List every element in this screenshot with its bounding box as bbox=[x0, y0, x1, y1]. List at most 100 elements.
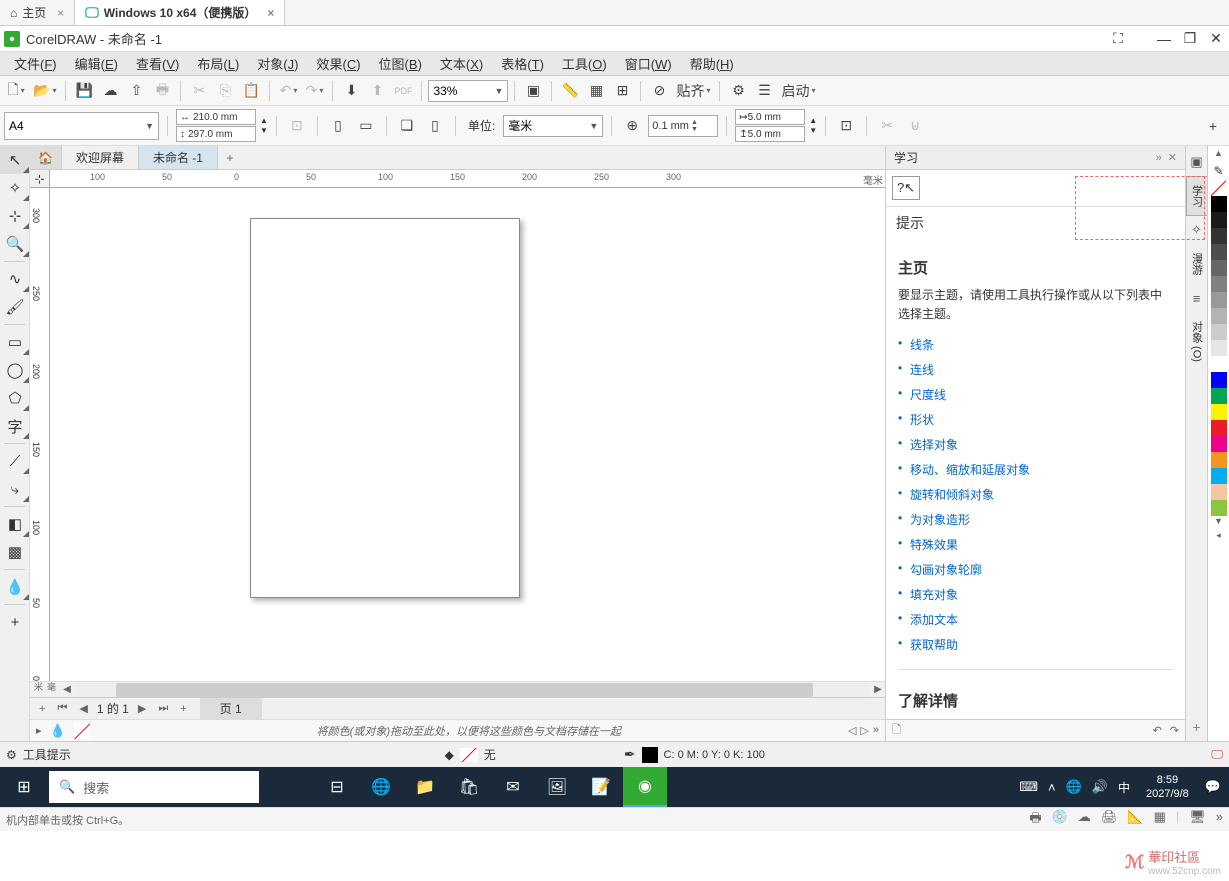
mail-icon[interactable]: ✉ bbox=[491, 767, 535, 807]
swatch[interactable] bbox=[1211, 468, 1227, 484]
hint-link[interactable]: 勾画对象轮廓 bbox=[898, 557, 1173, 582]
docker-nav-icon[interactable]: ✧ bbox=[1191, 220, 1202, 240]
hint-link[interactable]: 添加文本 bbox=[898, 607, 1173, 632]
volume-icon[interactable]: 🔊 bbox=[1092, 779, 1108, 795]
home-tab[interactable]: ⌂ 主页 × bbox=[0, 0, 75, 25]
docker-nav[interactable]: 漫游 bbox=[1186, 244, 1208, 284]
hints-back[interactable]: ↶ bbox=[1153, 724, 1162, 737]
untitled-tab[interactable]: 未命名 -1 bbox=[139, 146, 218, 169]
swatch[interactable] bbox=[1211, 436, 1227, 452]
page-size-combo[interactable]: ▼ bbox=[4, 112, 159, 140]
ft-cloud-icon[interactable]: ☁ bbox=[1078, 809, 1091, 831]
cloud-down-button[interactable]: ☁ bbox=[98, 79, 122, 103]
export-button[interactable]: ⬆ bbox=[365, 79, 389, 103]
hint-link[interactable]: 线条 bbox=[898, 332, 1173, 357]
edge-icon[interactable]: 🌐 bbox=[359, 767, 403, 807]
dup-x-spinner[interactable]: ↦ 5.0 mm bbox=[735, 109, 805, 125]
transparency-tool[interactable]: ▩ bbox=[0, 538, 30, 566]
nudge-spinner[interactable]: 0.1 mm ▲▼ bbox=[648, 115, 718, 137]
menu-T[interactable]: 表格(T) bbox=[493, 52, 552, 75]
new-button[interactable]: 🗋 bbox=[4, 79, 28, 103]
all-pages-button[interactable]: ❏ bbox=[395, 114, 419, 138]
page-width-spinner[interactable]: ↔ 210.0 mm bbox=[176, 109, 256, 125]
swatch[interactable] bbox=[1211, 292, 1227, 308]
palette-pen-icon[interactable]: ✎ bbox=[1211, 162, 1225, 180]
import-button[interactable]: ⬇ bbox=[339, 79, 363, 103]
palette-more[interactable]: » bbox=[873, 724, 879, 737]
artistic-media-tool[interactable]: 🖌 bbox=[0, 293, 30, 321]
ruler-horizontal[interactable]: 毫米 10050050100150200250300 bbox=[30, 170, 885, 188]
tray-up-icon[interactable]: ˄ bbox=[1048, 780, 1056, 795]
ft-screen-icon[interactable]: 🖥 bbox=[1189, 809, 1206, 831]
current-page-button[interactable]: ▯ bbox=[423, 114, 447, 138]
zoom-input[interactable] bbox=[433, 84, 492, 98]
gear-icon[interactable]: ⚙ bbox=[6, 748, 17, 762]
eyedropper-tool[interactable]: 💧 bbox=[0, 573, 30, 601]
grid-button[interactable]: ▦ bbox=[584, 79, 608, 103]
dup-y-spinner[interactable]: ↥ 5.0 mm bbox=[735, 126, 805, 142]
hint-link[interactable]: 获取帮助 bbox=[898, 632, 1173, 657]
connector-tool[interactable]: ⤷ bbox=[0, 475, 30, 503]
palette-right[interactable]: ▷ bbox=[860, 724, 868, 737]
eyedropper-icon[interactable]: 💧 bbox=[50, 723, 66, 739]
minimize-button[interactable]: — bbox=[1155, 30, 1173, 48]
rulers-button[interactable]: 📏 bbox=[558, 79, 582, 103]
close-button[interactable]: ✕ bbox=[1207, 30, 1225, 48]
text-tool[interactable]: 字 bbox=[0, 412, 30, 440]
unit-combo[interactable]: ▼ bbox=[503, 115, 603, 137]
dimension-tool[interactable]: ⟋ bbox=[0, 447, 30, 475]
weld-button[interactable]: ⊎ bbox=[903, 114, 927, 138]
task-view-icon[interactable]: ⊟ bbox=[315, 767, 359, 807]
ft-expand-icon[interactable]: » bbox=[1216, 809, 1223, 831]
docker-layers-icon[interactable]: ≡ bbox=[1193, 288, 1201, 308]
ft-print-icon[interactable]: 🖶 bbox=[1029, 809, 1041, 831]
hscrollbar[interactable] bbox=[76, 683, 869, 697]
palette-down[interactable]: ▼ bbox=[1214, 516, 1223, 530]
clock[interactable]: 8:59 2027/9/8 bbox=[1140, 773, 1195, 802]
palette-expand[interactable]: ▸ bbox=[36, 724, 42, 737]
cloud-up-button[interactable]: ⇧ bbox=[124, 79, 148, 103]
menu-F[interactable]: 文件(F) bbox=[6, 52, 65, 75]
freehand-tool[interactable]: ∿ bbox=[0, 265, 30, 293]
palette-left[interactable]: ◁ bbox=[848, 724, 856, 737]
menu-X[interactable]: 文本(X) bbox=[432, 52, 491, 75]
page-size-input[interactable] bbox=[9, 119, 143, 133]
docker-objects[interactable]: 对象 (O) bbox=[1186, 312, 1208, 371]
panel-close[interactable]: ✕ bbox=[1168, 151, 1177, 164]
ft-grid-icon[interactable]: ▦ bbox=[1154, 809, 1166, 831]
hint-link[interactable]: 特殊效果 bbox=[898, 532, 1173, 557]
menu-C[interactable]: 效果(C) bbox=[308, 52, 368, 75]
outline-swatch[interactable] bbox=[642, 747, 658, 763]
add-doc-tab[interactable]: + bbox=[218, 146, 242, 169]
swatch[interactable] bbox=[1211, 420, 1227, 436]
add-page-before[interactable]: + bbox=[36, 703, 48, 715]
unit-input[interactable] bbox=[508, 119, 587, 133]
menu-B[interactable]: 位图(B) bbox=[371, 52, 430, 75]
menu-J[interactable]: 对象(J) bbox=[249, 52, 306, 75]
redo-button[interactable]: ↷ bbox=[302, 79, 326, 103]
shape-tool[interactable]: ✧ bbox=[0, 174, 30, 202]
ruler-vertical[interactable]: 300250200150100500 bbox=[30, 188, 50, 681]
print-button[interactable]: 🖶 bbox=[150, 79, 174, 103]
fullscreen-preview-button[interactable]: ▣ bbox=[521, 79, 545, 103]
hints-tab-icon[interactable]: ?↖ bbox=[892, 176, 920, 200]
first-page[interactable]: ⏮ bbox=[54, 702, 70, 715]
hints-fwd[interactable]: ↷ bbox=[1170, 724, 1179, 737]
swatch[interactable] bbox=[1211, 340, 1227, 356]
swatch[interactable] bbox=[1211, 372, 1227, 388]
keyboard-icon[interactable]: ⌨ bbox=[1019, 779, 1038, 795]
swatch[interactable] bbox=[1211, 308, 1227, 324]
zoom-combo[interactable]: ▼ bbox=[428, 80, 508, 102]
last-page[interactable]: ⏭ bbox=[155, 702, 171, 715]
start-button[interactable]: ⊞ bbox=[0, 767, 48, 807]
hint-link[interactable]: 旋转和倾斜对象 bbox=[898, 482, 1173, 507]
menu-W[interactable]: 窗口(W) bbox=[617, 52, 680, 75]
ruler-origin[interactable]: ⊹ bbox=[30, 170, 50, 188]
hint-link[interactable]: 为对象造形 bbox=[898, 507, 1173, 532]
notes-icon[interactable]: 📝 bbox=[579, 767, 623, 807]
open-button[interactable]: 📂 bbox=[30, 79, 59, 103]
notifications-icon[interactable]: 💬 bbox=[1205, 779, 1221, 795]
search-box[interactable]: 🔍 搜索 bbox=[49, 771, 259, 803]
menu-L[interactable]: 布局(L) bbox=[189, 52, 247, 75]
menu-E[interactable]: 编辑(E) bbox=[67, 52, 126, 75]
